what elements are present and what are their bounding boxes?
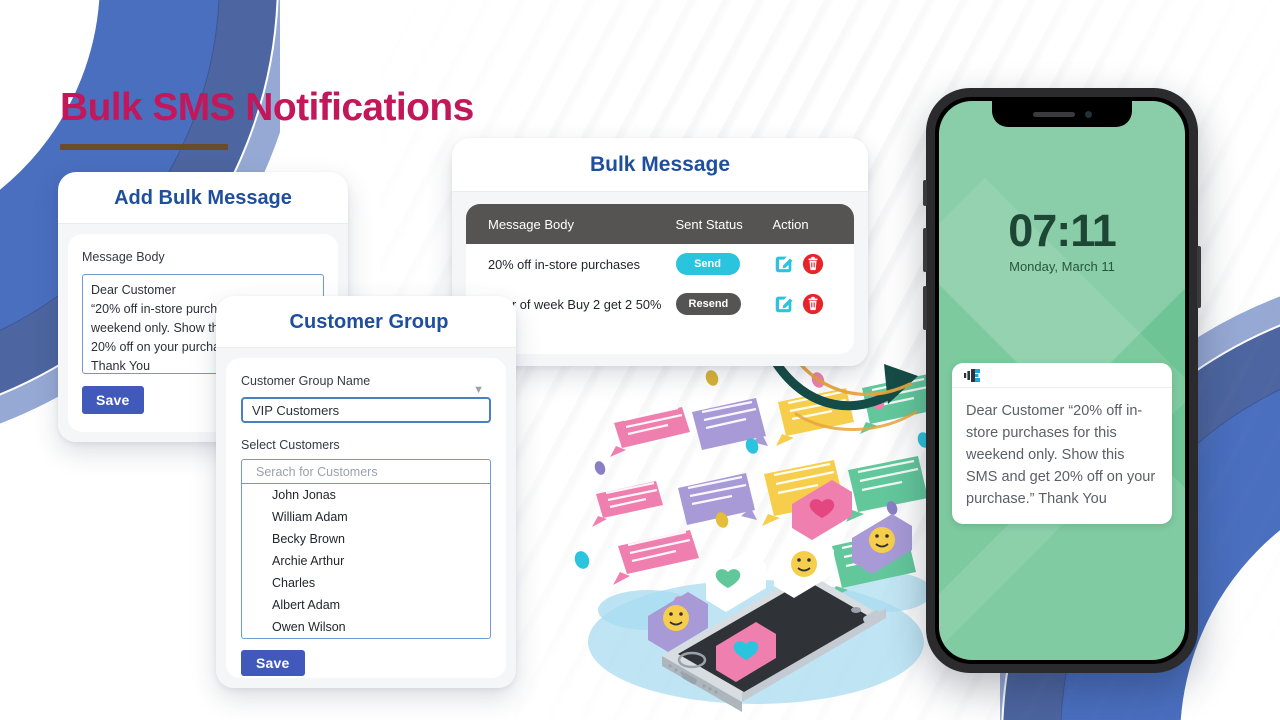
customer-group-card: Customer Group Customer Group Name ▼ VIP… — [216, 296, 516, 688]
list-item[interactable]: Archie Arthur — [242, 550, 490, 572]
edit-icon[interactable] — [773, 293, 795, 315]
page-title: Bulk SMS Notifications — [60, 86, 474, 129]
select-customers-label: Select Customers — [241, 438, 340, 452]
lockscreen-date: Monday, March 11 — [1009, 259, 1115, 274]
customer-group-name-label: Customer Group Name — [241, 374, 371, 388]
phone-notch — [992, 101, 1132, 127]
cell-sent-status: Send — [675, 244, 773, 284]
sms-notification-card[interactable]: Dear Customer “20% off in-store purchase… — [952, 363, 1172, 524]
save-button[interactable]: Save — [241, 650, 305, 676]
cell-message-body: 20% off in-store purchases — [488, 256, 640, 272]
phone-screen: 07:11 Monday, March 11 Dear Customer “20… — [939, 101, 1185, 660]
phone-mute-switch[interactable] — [923, 180, 927, 206]
delete-icon[interactable] — [802, 253, 824, 275]
lockscreen-time: 07:11 — [1008, 205, 1117, 256]
list-item[interactable]: William Adam — [242, 506, 490, 528]
delete-icon[interactable] — [802, 293, 824, 315]
column-header-action: Action — [772, 204, 854, 244]
cell-action — [773, 244, 854, 284]
notification-text: Dear Customer “20% off in-store purchase… — [966, 403, 1156, 507]
table-header-row: Message Body Sent Status Action — [466, 204, 854, 244]
status-badge[interactable]: Resend — [675, 293, 742, 315]
chevron-down-icon[interactable]: ▼ — [473, 384, 484, 396]
customer-group-title: Customer Group — [216, 296, 516, 348]
bulk-message-table: Message Body Sent Status Action 20% off … — [466, 204, 854, 324]
lockscreen-clock-block: 07:11 Monday, March 11 — [939, 205, 1185, 274]
title-underline — [60, 144, 228, 150]
cell-action — [773, 284, 854, 324]
notification-header — [952, 363, 1172, 388]
list-item[interactable]: Becky Brown — [242, 528, 490, 550]
save-button[interactable]: Save — [82, 386, 144, 414]
customer-list-box: Serach for Customers John Jonas William A… — [241, 459, 491, 639]
bulk-message-title: Bulk Message — [452, 138, 868, 192]
list-item[interactable]: Owen Wilson — [242, 616, 490, 638]
search-customers-input[interactable]: Serach for Customers — [242, 460, 490, 484]
status-badge[interactable]: Send — [675, 253, 740, 275]
phone-mockup: 07:11 Monday, March 11 Dear Customer “20… — [923, 88, 1201, 673]
message-app-icon — [964, 368, 980, 382]
list-item[interactable]: Charles — [242, 572, 490, 594]
title-block: Bulk SMS Notifications — [60, 86, 474, 150]
add-bulk-message-title: Add Bulk Message — [58, 172, 348, 224]
list-item[interactable]: Albert Adam — [242, 594, 490, 616]
page-canvas: Bulk SMS Notifications Add Bulk Message … — [0, 0, 1280, 720]
customer-group-body: Customer Group Name ▼ VIP Customers Sele… — [216, 348, 516, 688]
column-header-message-body: Message Body — [466, 204, 676, 244]
phone-volume-down-button[interactable] — [923, 286, 927, 330]
phone-power-button[interactable] — [1197, 246, 1201, 308]
earpiece-speaker-icon — [1032, 111, 1075, 117]
phone-volume-up-button[interactable] — [923, 228, 927, 272]
edit-icon[interactable] — [773, 253, 795, 275]
list-item[interactable]: John Jonas — [242, 484, 490, 506]
table-row: Offer of week Buy 2 get 2 50% Resend — [466, 284, 854, 324]
message-body-label: Message Body — [82, 250, 165, 264]
front-camera-icon — [1084, 110, 1092, 118]
customer-list: John Jonas William Adam Becky Brown Archie … — [242, 484, 490, 638]
column-header-sent-status: Sent Status — [675, 204, 773, 244]
customer-group-name-input[interactable]: VIP Customers — [241, 397, 491, 423]
cell-sent-status: Resend — [675, 284, 773, 324]
table-row: 20% off in-store purchases Send — [466, 244, 854, 284]
